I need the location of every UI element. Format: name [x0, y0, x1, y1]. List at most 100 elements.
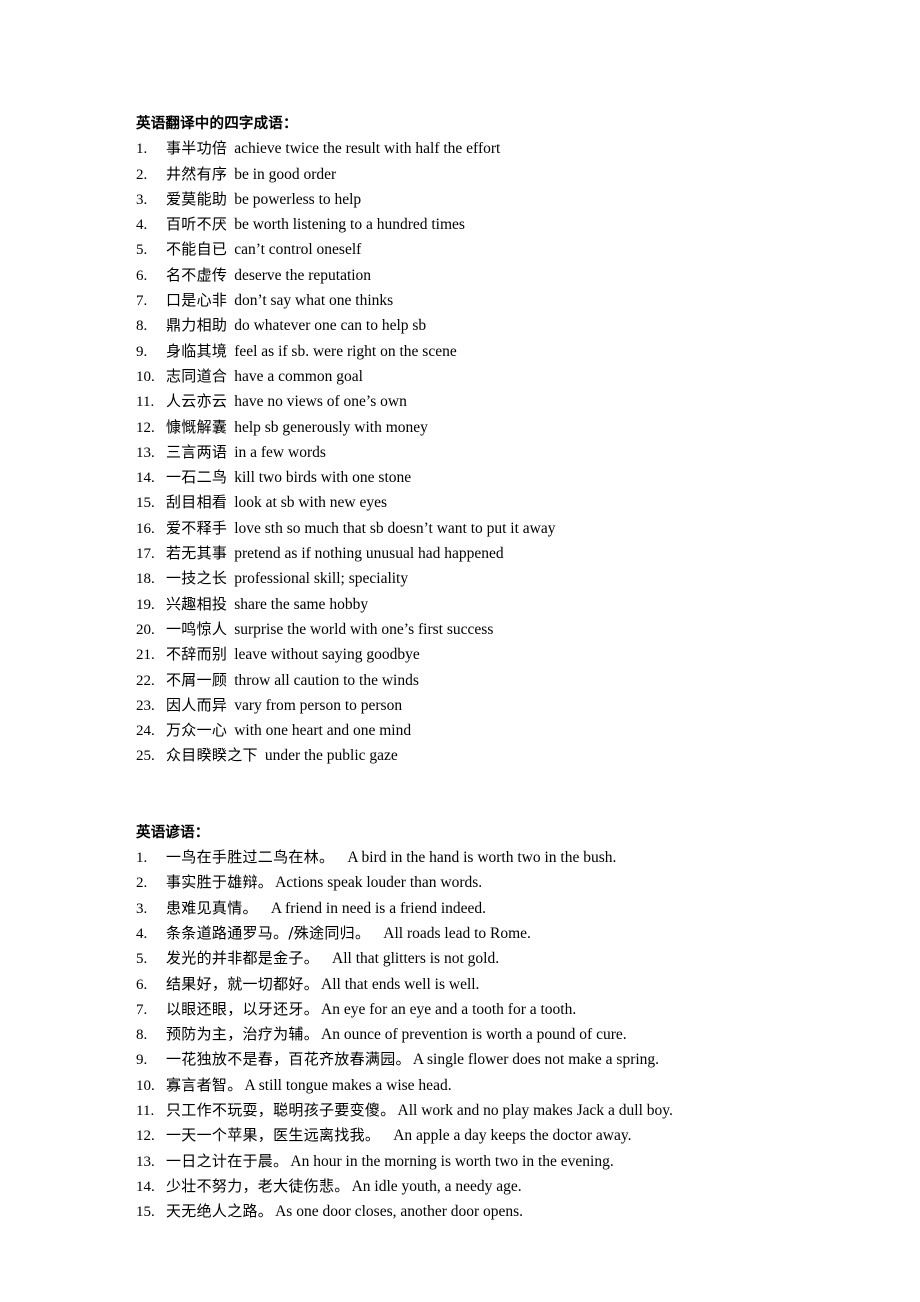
chinese-term: 一鸟在手胜过二鸟在林。	[166, 848, 335, 867]
english-translation: A single flower does not make a spring.	[412, 1051, 660, 1069]
proverb-entry: 6. 结果好，就一切都好。 All that ends well is well.	[136, 972, 860, 997]
chinese-term: 条条道路通罗马。/殊途同归。	[166, 923, 371, 942]
english-translation: An hour in the morning is worth two in t…	[290, 1152, 614, 1170]
chinese-term: 万众一心	[166, 721, 228, 740]
english-translation: with one heart and one mind	[234, 722, 412, 740]
entry-number: 20.	[136, 621, 155, 638]
chinese-term: 以眼还眼，以牙还牙。	[166, 999, 320, 1018]
entry-number: 24.	[136, 723, 155, 740]
entry-number: 13.	[136, 444, 155, 461]
english-translation: Actions speak louder than words.	[275, 874, 483, 892]
english-translation: professional skill; speciality	[234, 570, 409, 588]
chinese-term: 慷慨解囊	[166, 417, 228, 436]
chinese-term: 天无绝人之路。	[166, 1202, 274, 1221]
chinese-term: 志同道合	[166, 366, 228, 385]
entry-number: 10.	[136, 1077, 155, 1094]
idiom-entry: 3. 爱莫能助 be powerless to help	[136, 187, 860, 212]
english-translation: achieve twice the result with half the e…	[234, 140, 501, 158]
entry-number: 2.	[136, 875, 148, 892]
chinese-term: 井然有序	[166, 164, 228, 183]
chinese-term: 少壮不努力，老大徒伤悲。	[166, 1176, 350, 1195]
idiom-entry: 6. 名不虚传 deserve the reputation	[136, 263, 860, 288]
idiom-entry: 4. 百听不厌 be worth listening to a hundred ti…	[136, 212, 860, 237]
chinese-term: 寡言者智。	[166, 1075, 243, 1094]
chinese-term: 预防为主，治疗为辅。	[166, 1025, 320, 1044]
english-translation: All that ends well is well.	[321, 975, 480, 993]
proverb-entry: 10. 寡言者智。 A still tongue makes a wise head…	[136, 1073, 860, 1098]
english-translation: deserve the reputation	[234, 266, 372, 284]
chinese-term: 若无其事	[166, 544, 228, 563]
idiom-entry: 5. 不能自已 can’t control oneself	[136, 237, 860, 262]
entry-number: 23.	[136, 697, 155, 714]
english-translation: have a common goal	[234, 367, 363, 385]
entry-number: 6.	[136, 976, 148, 993]
entry-number: 1.	[136, 141, 148, 158]
entry-number: 21.	[136, 647, 155, 664]
entry-number: 25.	[136, 748, 155, 765]
proverb-entry: 4. 条条道路通罗马。/殊途同归。 All roads lead to Rome.	[136, 921, 860, 946]
entry-number: 10.	[136, 368, 155, 385]
english-translation: be powerless to help	[234, 190, 362, 208]
chinese-term: 刮目相看	[166, 493, 228, 512]
english-translation: can’t control oneself	[234, 241, 362, 259]
chinese-term: 百听不厌	[166, 215, 228, 234]
idiom-entry: 1. 事半功倍 achieve twice the result with half…	[136, 136, 860, 161]
entry-number: 5.	[136, 242, 148, 259]
english-translation: do whatever one can to help sb	[234, 317, 427, 335]
idiom-entry: 22. 不屑一顾 throw all caution to the winds	[136, 668, 860, 693]
chinese-term: 患难见真情。	[166, 898, 258, 917]
idiom-entry: 10. 志同道合 have a common goal	[136, 364, 860, 389]
chinese-term: 一花独放不是春，百花齐放春满园。	[166, 1050, 411, 1069]
chinese-term: 一石二鸟	[166, 468, 228, 487]
entry-number: 3.	[136, 900, 148, 917]
chinese-term: 人云亦云	[166, 392, 228, 411]
english-translation: As one door closes, another door opens.	[275, 1203, 524, 1221]
entry-number: 1.	[136, 850, 148, 867]
entry-number: 6.	[136, 267, 148, 284]
entry-number: 15.	[136, 1204, 155, 1221]
english-translation: under the public gaze	[264, 747, 398, 765]
idiom-entry: 14. 一石二鸟 kill two birds with one stone	[136, 465, 860, 490]
english-translation: don’t say what one thinks	[234, 292, 394, 310]
proverb-entry: 9. 一花独放不是春，百花齐放春满园。 A single flower does n…	[136, 1047, 860, 1072]
english-translation: surprise the world with one’s first succ…	[234, 620, 494, 638]
idiom-entry: 18. 一技之长 professional skill; speciality	[136, 566, 860, 591]
proverb-entry: 12. 一天一个苹果，医生远离找我。 An apple a day keeps th…	[136, 1123, 860, 1148]
chinese-term: 一天一个苹果，医生远离找我。	[166, 1126, 381, 1145]
chinese-term: 一鸣惊人	[166, 619, 228, 638]
proverb-entry: 3. 患难见真情。 A friend in need is a friend ind…	[136, 896, 860, 921]
proverb-list: 1. 一鸟在手胜过二鸟在林。 A bird in the hand is worth…	[136, 845, 860, 1224]
chinese-term: 鼎力相助	[166, 316, 228, 335]
entry-number: 12.	[136, 1128, 155, 1145]
entry-number: 11.	[136, 394, 155, 411]
entry-number: 3.	[136, 191, 148, 208]
chinese-term: 事实胜于雄辩。	[166, 873, 274, 892]
proverb-entry: 2. 事实胜于雄辩。 Actions speak louder than words…	[136, 870, 860, 895]
idiom-entry: 13. 三言两语 in a few words	[136, 440, 860, 465]
chinese-term: 不屑一顾	[166, 670, 228, 689]
entry-number: 9.	[136, 1052, 148, 1069]
english-translation: in a few words	[234, 443, 326, 461]
entry-number: 14.	[136, 470, 155, 487]
idiom-entry: 25. 众目睽睽之下 under the public gaze	[136, 743, 860, 768]
document-page: 英语翻译中的四字成语： 1. 事半功倍 achieve twice the resu…	[0, 0, 920, 1302]
chinese-term: 因人而异	[166, 695, 228, 714]
entry-number: 4.	[136, 925, 148, 942]
english-translation: kill two birds with one stone	[234, 469, 412, 487]
english-translation: All that glitters is not gold.	[332, 950, 500, 968]
english-translation: All roads lead to Rome.	[383, 924, 531, 942]
english-translation: help sb generously with money	[234, 418, 428, 436]
idiom-list: 1. 事半功倍 achieve twice the result with half…	[136, 136, 860, 768]
section-heading-idioms: 英语翻译中的四字成语：	[136, 116, 298, 132]
chinese-term: 口是心非	[166, 291, 228, 310]
idiom-entry: 16. 爱不释手 love sth so much that sb doesn’t …	[136, 516, 860, 541]
english-translation: An apple a day keeps the doctor away.	[393, 1127, 632, 1145]
english-translation: An eye for an eye and a tooth for a toot…	[321, 1000, 577, 1018]
idiom-entry: 21. 不辞而别 leave without saying goodbye	[136, 642, 860, 667]
english-translation: A friend in need is a friend indeed.	[270, 899, 487, 917]
idiom-entry: 2. 井然有序 be in good order	[136, 162, 860, 187]
idiom-entry: 24. 万众一心 with one heart and one mind	[136, 718, 860, 743]
chinese-term: 众目睽睽之下	[166, 746, 258, 765]
english-translation: have no views of one’s own	[234, 393, 407, 411]
idiom-entry: 8. 鼎力相助 do whatever one can to help sb	[136, 313, 860, 338]
